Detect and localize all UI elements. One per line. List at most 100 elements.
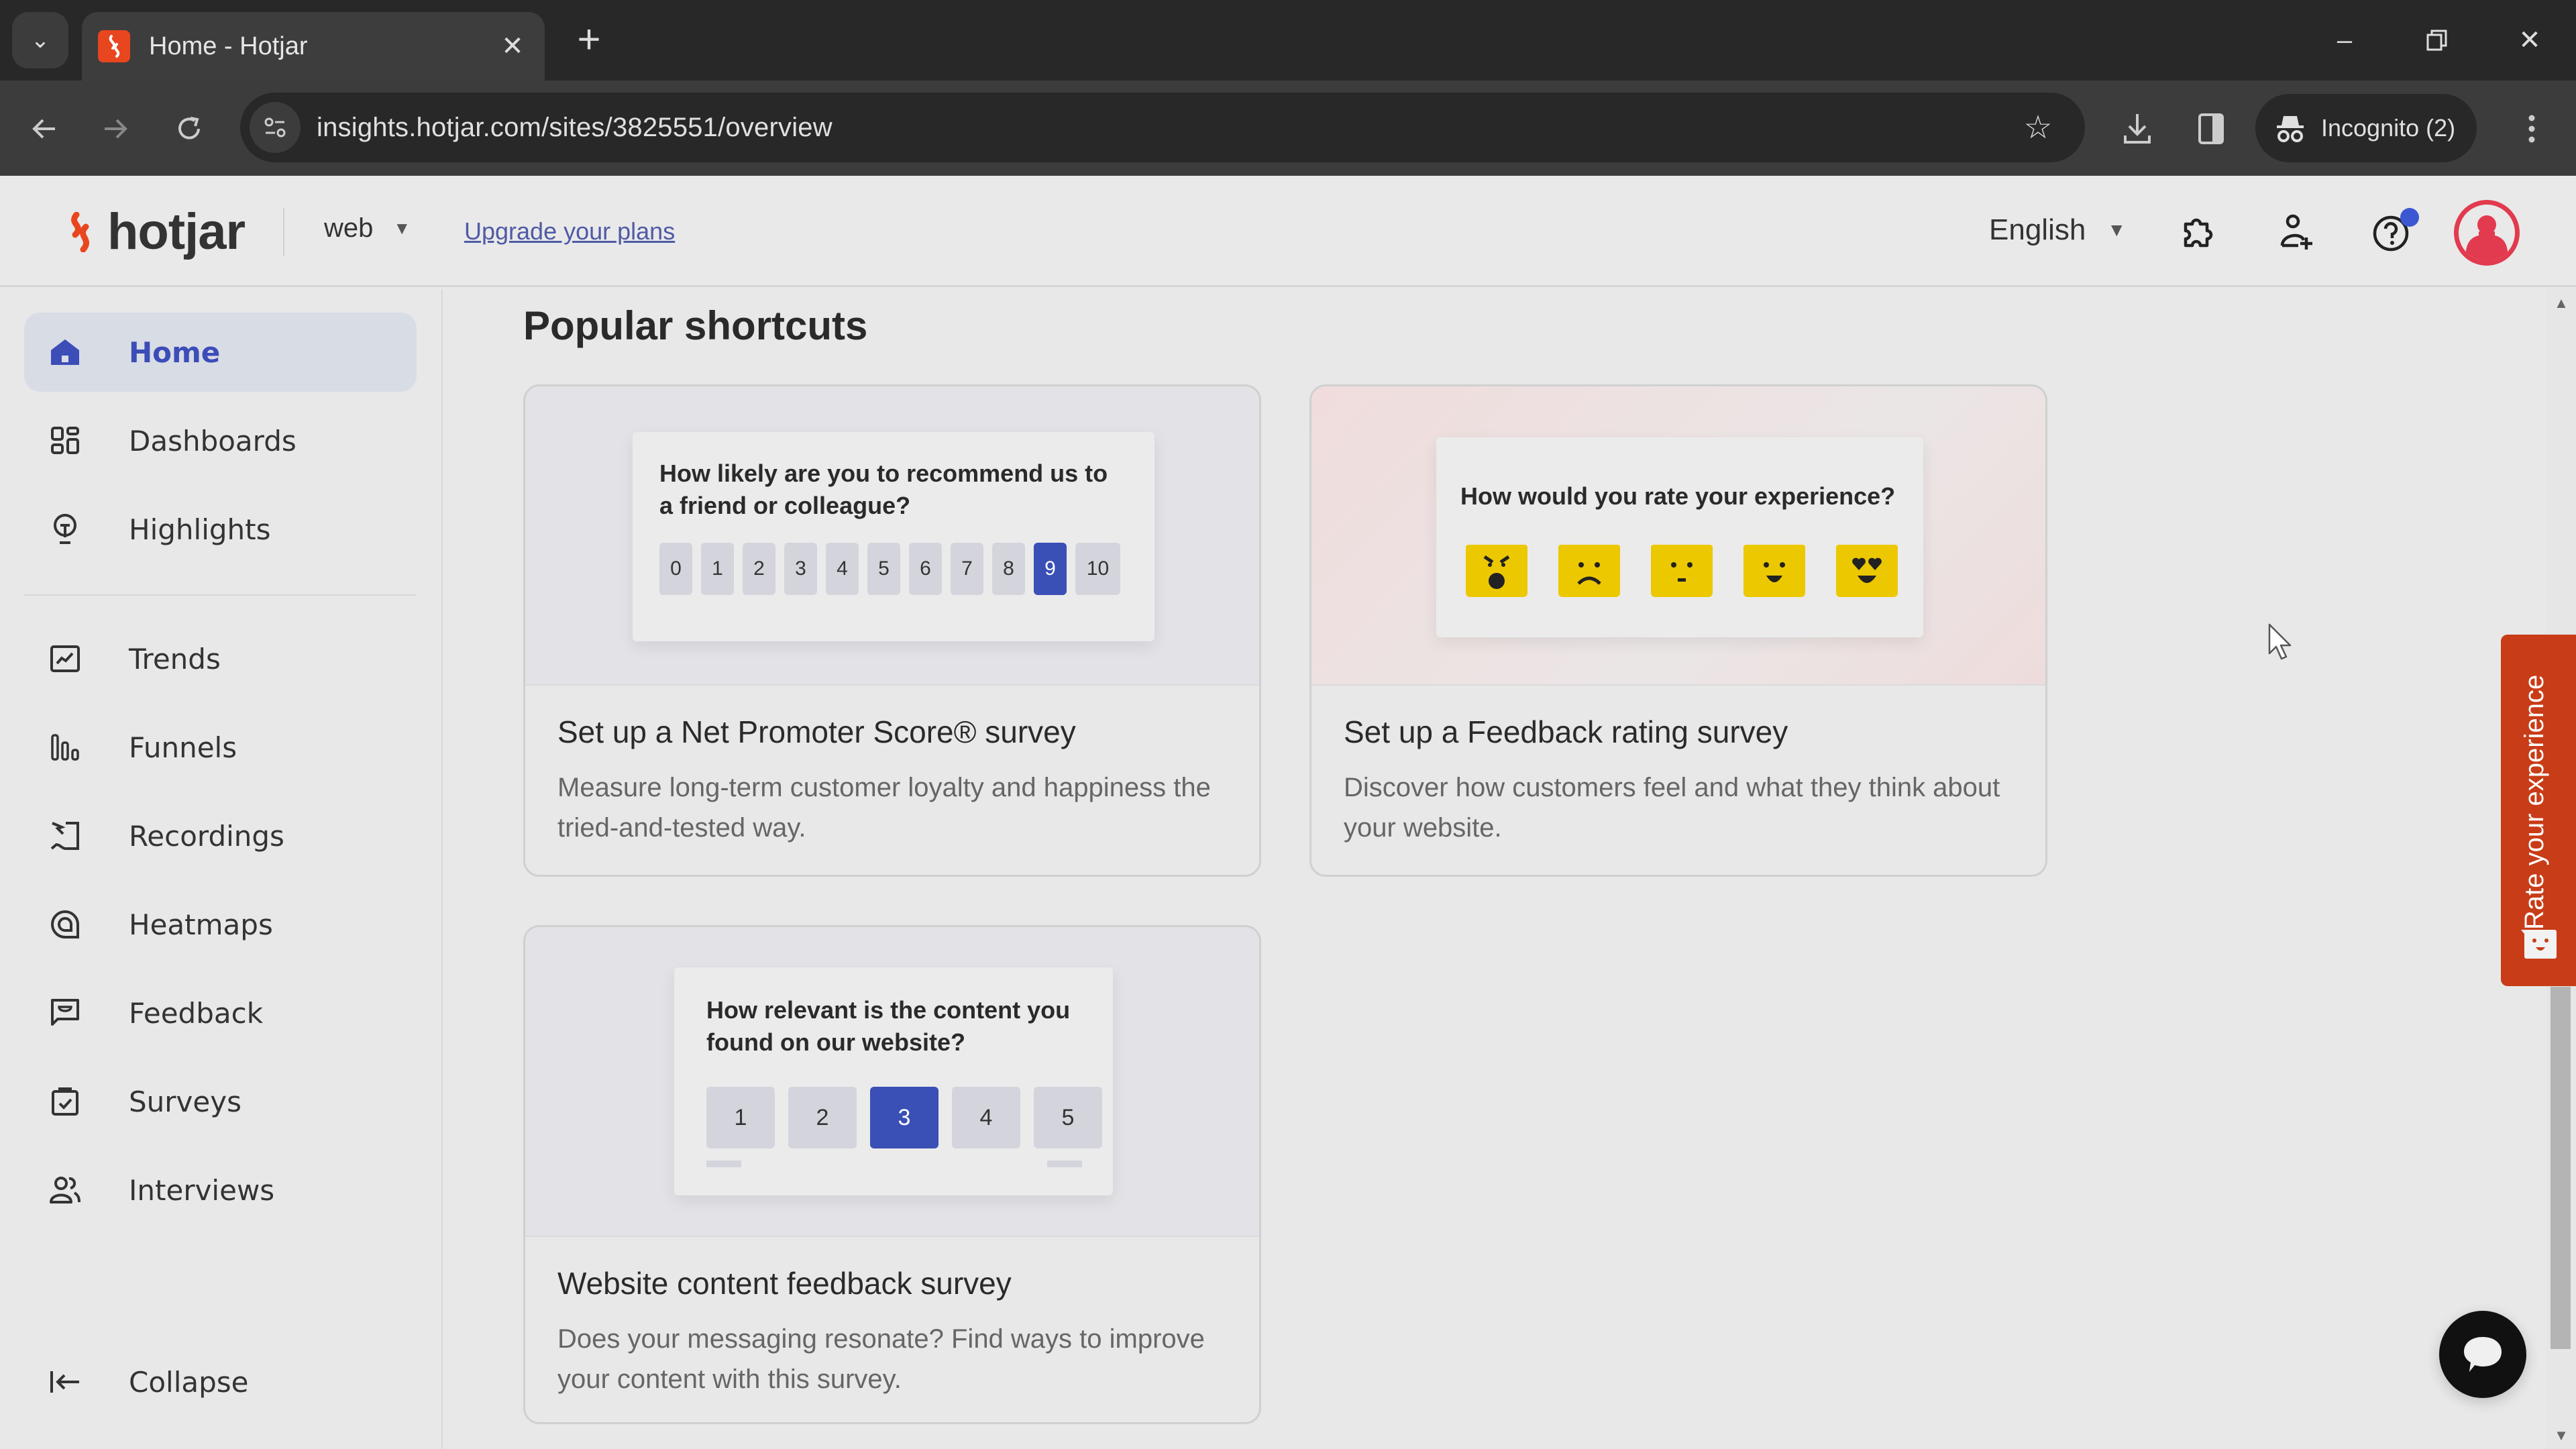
close-window-button[interactable]: ✕: [2493, 15, 2567, 66]
integrations-button[interactable]: [2171, 205, 2224, 259]
browser-tabstrip: ⌄ Home - Hotjar ✕ + – ✕: [0, 0, 2576, 80]
restore-button[interactable]: [2400, 15, 2474, 66]
forward-button[interactable]: [90, 103, 141, 154]
shortcut-card-feedback-rating[interactable]: How would you rate your experience? Set …: [1309, 384, 2047, 877]
help-button[interactable]: [2365, 205, 2419, 259]
bookmark-star-icon[interactable]: ☆: [2011, 101, 2065, 154]
scale-option-8: 8: [992, 543, 1025, 595]
header-divider: [283, 208, 284, 256]
download-button[interactable]: [2112, 103, 2163, 154]
sidebar-item-label: Home: [129, 335, 221, 369]
sidebar-item-label: Feedback: [129, 996, 264, 1030]
minimize-button[interactable]: –: [2308, 15, 2381, 66]
site-selector[interactable]: web ▼: [324, 213, 411, 244]
scale-option-0: 0: [659, 543, 692, 595]
rate-your-experience-tab[interactable]: Rate your experience: [2501, 635, 2576, 986]
sidebar-item-recordings[interactable]: Recordings: [24, 796, 417, 875]
sidebar-item-label: Dashboards: [129, 424, 297, 458]
sidebar-item-label: Heatmaps: [129, 908, 273, 941]
sidebar-item-dashboards[interactable]: Dashboards: [24, 401, 417, 480]
main-content: Popular shortcuts How likely are you to …: [444, 289, 2544, 1449]
shortcut-card-nps[interactable]: How likely are you to recommend us to a …: [523, 384, 1261, 877]
sidebar-divider: [24, 594, 417, 596]
sidebar-item-highlights[interactable]: Highlights: [24, 490, 417, 569]
hotjar-favicon-icon: [98, 30, 130, 62]
emoji-love-icon: [1836, 545, 1898, 597]
scale-option-7: 7: [951, 543, 983, 595]
home-icon: [48, 335, 82, 369]
chevron-down-icon: ⌄: [30, 28, 50, 53]
chat-button[interactable]: [2439, 1311, 2526, 1398]
shortcut-card-content-feedback[interactable]: How relevant is the content you found on…: [523, 925, 1261, 1424]
download-icon: [2124, 114, 2151, 144]
scroll-up-icon[interactable]: ▲: [2553, 296, 2569, 311]
reload-icon: [178, 117, 200, 140]
language-selector[interactable]: English ▼: [1989, 213, 2126, 247]
url-text[interactable]: insights.hotjar.com/sites/3825551/overvi…: [317, 113, 2011, 143]
new-tab-button[interactable]: +: [565, 15, 613, 63]
user-avatar[interactable]: [2454, 200, 2520, 266]
tab-close-icon[interactable]: ✕: [492, 26, 533, 66]
scale-option-4: 4: [826, 543, 859, 595]
card-title: Set up a Feedback rating survey: [1344, 714, 1788, 749]
sidebar-collapse-button[interactable]: Collapse: [24, 1342, 417, 1421]
reload-button[interactable]: [164, 103, 215, 154]
nps-mock-survey: How likely are you to recommend us to a …: [633, 432, 1155, 641]
sidebar-item-feedback[interactable]: Feedback: [24, 973, 417, 1053]
back-button[interactable]: [19, 103, 70, 154]
incognito-label: Incognito (2): [2321, 114, 2456, 142]
lightbulb-icon: [48, 513, 82, 546]
sidebar-item-label: Funnels: [129, 731, 237, 764]
chat-bubble-icon: [2464, 1337, 2502, 1372]
puzzle-icon: [2184, 218, 2213, 248]
sidebar-item-heatmaps[interactable]: Heatmaps: [24, 885, 417, 964]
dashboards-icon: [48, 424, 82, 458]
scale-option-2: 2: [788, 1087, 857, 1148]
forward-arrow-icon: [105, 119, 127, 139]
sidebar-item-label: Highlights: [129, 513, 271, 546]
mock-question: How likely are you to recommend us to a …: [659, 460, 1108, 519]
sidebar-item-surveys[interactable]: Surveys: [24, 1062, 417, 1141]
scale-option-10: 10: [1075, 543, 1120, 595]
card-preview: How relevant is the content you found on…: [525, 927, 1259, 1237]
funnels-icon: [48, 731, 82, 764]
browser-tab[interactable]: Home - Hotjar ✕: [82, 12, 545, 80]
invite-user-button[interactable]: [2269, 205, 2322, 259]
collapse-icon: [48, 1365, 82, 1399]
app-header: hotjar web ▼ Upgrade your plans English …: [0, 176, 2576, 287]
incognito-indicator[interactable]: Incognito (2): [2255, 94, 2477, 162]
nps-scale: 0 1 2 3 4 5 6 7 8 9 10: [659, 543, 1120, 595]
site-selector-value: web: [324, 213, 374, 243]
scale-label-placeholder: [1047, 1161, 1082, 1167]
site-info-icon[interactable]: [250, 102, 301, 153]
side-panel-button[interactable]: [2186, 103, 2237, 154]
scale-option-5: 5: [1034, 1087, 1102, 1148]
content-scale: 12345: [706, 1087, 1102, 1148]
scroll-down-icon[interactable]: ▼: [2553, 1428, 2569, 1443]
card-preview: How would you rate your experience?: [1311, 386, 2045, 686]
mouse-cursor: [2267, 623, 2297, 666]
sidebar-item-trends[interactable]: Trends: [24, 619, 417, 698]
mock-question: How relevant is the content you found on…: [706, 996, 1071, 1056]
address-bar[interactable]: insights.hotjar.com/sites/3825551/overvi…: [240, 93, 2085, 162]
incognito-icon: [2277, 116, 2304, 142]
sidebar-item-label: Trends: [129, 642, 221, 676]
scale-label-placeholder: [706, 1161, 741, 1167]
sidebar-item-funnels[interactable]: Funnels: [24, 708, 417, 787]
upgrade-plans-link[interactable]: Upgrade your plans: [464, 217, 675, 246]
hotjar-logo[interactable]: hotjar: [62, 203, 246, 261]
sidebar-item-label: Interviews: [129, 1173, 275, 1207]
restore-icon: [2426, 30, 2447, 51]
scroll-thumb[interactable]: [2551, 987, 2571, 1349]
rating-mock-survey: How would you rate your experience?: [1436, 437, 1923, 637]
sidebar-item-home[interactable]: Home: [24, 313, 417, 392]
scale-option-5: 5: [867, 543, 900, 595]
browser-menu-button[interactable]: [2506, 103, 2557, 154]
rate-tab-label: Rate your experience: [2520, 674, 2549, 930]
tab-search-button[interactable]: ⌄: [12, 12, 68, 68]
emoji-happy-icon: [1743, 545, 1805, 597]
user-avatar-icon: [2465, 215, 2508, 261]
sidebar-item-interviews[interactable]: Interviews: [24, 1150, 417, 1230]
sidebar: Home Dashboards Highlights Trends Funnel…: [0, 289, 443, 1449]
notification-dot: [2400, 208, 2419, 227]
